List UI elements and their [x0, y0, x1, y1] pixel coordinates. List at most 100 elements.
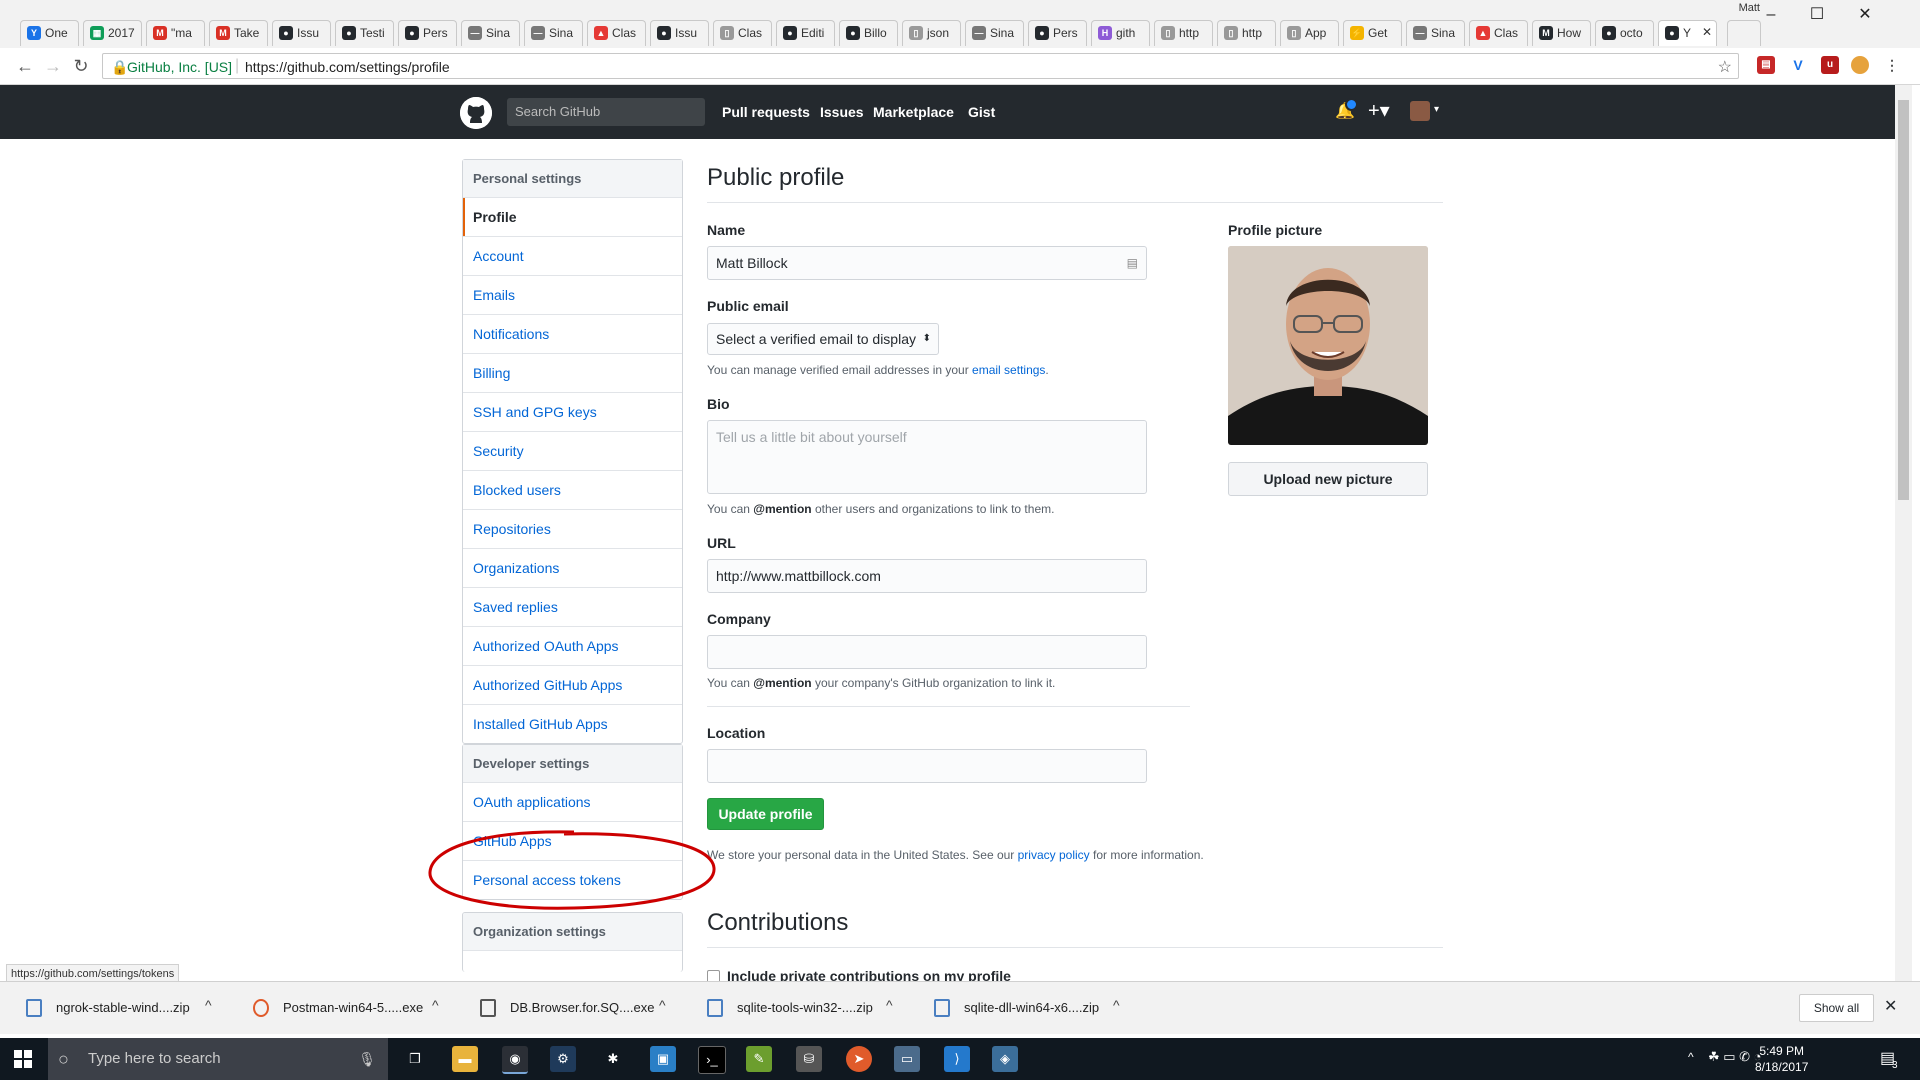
sidebar-item-emails[interactable]: Emails	[463, 276, 682, 315]
extension-icon[interactable]: V	[1789, 56, 1807, 74]
sidebar-item-account[interactable]: Account	[463, 237, 682, 276]
close-window-icon[interactable]: ✕	[1854, 4, 1876, 26]
email-settings-link[interactable]: email settings	[972, 363, 1045, 377]
download-item[interactable]: sqlite-dll-win64-x6....zip ^	[908, 992, 1133, 1024]
sqlite-browser-icon[interactable]: ◈	[992, 1046, 1018, 1072]
download-options-chevron-icon[interactable]: ^	[432, 997, 439, 1013]
browser-tab[interactable]: ▯ http	[1217, 20, 1276, 46]
download-options-chevron-icon[interactable]: ^	[205, 997, 212, 1013]
sidebar-item-repositories[interactable]: Repositories	[463, 510, 682, 549]
browser-tab[interactable]: — Sina	[524, 20, 583, 46]
browser-tab[interactable]: ▯ http	[1154, 20, 1213, 46]
download-item[interactable]: Postman-win64-5.....exe ^	[227, 992, 452, 1024]
scrollbar-thumb[interactable]	[1898, 100, 1909, 500]
download-options-chevron-icon[interactable]: ^	[1113, 997, 1120, 1013]
maximize-icon[interactable]: ☐	[1806, 4, 1828, 26]
privacy-policy-link[interactable]: privacy policy	[1018, 848, 1090, 862]
upload-new-picture-button[interactable]: Upload new picture	[1228, 462, 1428, 496]
sidebar-item-authorized-github-apps[interactable]: Authorized GitHub Apps	[463, 666, 682, 705]
browser-tab[interactable]: ● Y ✕	[1658, 20, 1717, 46]
browser-tab[interactable]: ▦ 2017	[83, 20, 142, 46]
download-options-chevron-icon[interactable]: ^	[659, 997, 666, 1013]
sidebar-item-profile[interactable]: Profile	[463, 198, 682, 237]
browser-tab[interactable]: ● Issu	[650, 20, 709, 46]
file-explorer-icon[interactable]: ▬	[452, 1046, 478, 1072]
app-icon[interactable]: ▣	[650, 1046, 676, 1072]
nav-issues[interactable]: Issues	[820, 104, 864, 120]
visual-studio-code-icon[interactable]: ⟩	[944, 1046, 970, 1072]
bio-textarea[interactable]: Tell us a little bit about yourself	[707, 420, 1147, 494]
task-view-icon[interactable]: ❐	[402, 1046, 428, 1072]
create-new-plus-icon[interactable]: +▾	[1368, 98, 1390, 123]
sidebar-item-billing[interactable]: Billing	[463, 354, 682, 393]
browser-tab[interactable]: ▯ App	[1280, 20, 1339, 46]
name-field[interactable]: Matt Billock ▤	[707, 246, 1147, 280]
database-icon[interactable]: ⛁	[796, 1046, 822, 1072]
sidebar-item-authorized-oauth-apps[interactable]: Authorized OAuth Apps	[463, 627, 682, 666]
back-icon[interactable]: ←	[14, 55, 36, 77]
browser-tab[interactable]: ● Billo	[839, 20, 898, 46]
forward-icon[interactable]: →	[42, 55, 64, 77]
company-field[interactable]	[707, 635, 1147, 669]
close-tab-icon[interactable]: ✕	[1702, 25, 1712, 39]
browser-tab[interactable]: — Sina	[461, 20, 520, 46]
url-field[interactable]: http://www.mattbillock.com	[707, 559, 1147, 593]
microphone-icon[interactable]: 🎙	[358, 1038, 376, 1080]
browser-tab[interactable]: Hgith	[1091, 20, 1150, 46]
postman-icon[interactable]: ➤	[846, 1046, 872, 1072]
github-logo-icon[interactable]	[460, 97, 492, 129]
browser-tab[interactable]: ▲ Clas	[1469, 20, 1528, 46]
download-item[interactable]: sqlite-tools-win32-....zip ^	[681, 992, 906, 1024]
sidebar-item-oauth-applications[interactable]: OAuth applications	[463, 783, 682, 822]
nav-gist[interactable]: Gist	[968, 104, 995, 120]
browser-tab[interactable]: ● Issu	[272, 20, 331, 46]
browser-tab[interactable]: — Sina	[1406, 20, 1465, 46]
browser-tab[interactable]: ▲ Clas	[587, 20, 646, 46]
sidebar-item-blocked-users[interactable]: Blocked users	[463, 471, 682, 510]
secure-lock-icon[interactable]: 🔒	[111, 59, 128, 76]
chrome-menu-icon[interactable]: ⋮	[1883, 56, 1901, 74]
sidebar-item-personal-access-tokens[interactable]: Personal access tokens	[463, 861, 682, 899]
browser-tab[interactable]: ▯ Clas	[713, 20, 772, 46]
taskbar-search-box[interactable]: ○ Type here to search 🎙	[48, 1038, 388, 1080]
sidebar-item-organizations[interactable]: Organizations	[463, 549, 682, 588]
chrome-taskbar-icon[interactable]: ◉	[502, 1046, 528, 1074]
browser-tab[interactable]: Y One	[20, 20, 79, 46]
browser-tab[interactable]: M Take	[209, 20, 268, 46]
show-all-downloads-button[interactable]: Show all	[1799, 994, 1874, 1022]
ublock-icon[interactable]: u	[1821, 56, 1839, 74]
bookmark-star-icon[interactable]: ☆	[1718, 57, 1732, 77]
address-bar[interactable]: 🔒 GitHub, Inc. [US] | https://github.com…	[102, 53, 1739, 79]
tray-expand-icon[interactable]: ^	[1688, 1050, 1694, 1064]
sidebar-item-github-apps[interactable]: GitHub Apps	[463, 822, 682, 861]
sidebar-item-security[interactable]: Security	[463, 432, 682, 471]
browser-tab[interactable]: ● octo	[1595, 20, 1654, 46]
slack-icon[interactable]: ✱	[600, 1046, 626, 1072]
browser-tab[interactable]: ● Testi	[335, 20, 394, 46]
sidebar-item-installed-github-apps[interactable]: Installed GitHub Apps	[463, 705, 682, 743]
steam-icon[interactable]: ⚙	[550, 1046, 576, 1072]
browser-tab[interactable]: ● Pers	[398, 20, 457, 46]
browser-tab[interactable]: ⚡ Get	[1343, 20, 1402, 46]
extension-icon[interactable]: ▤	[1757, 56, 1775, 74]
cookie-icon[interactable]	[1851, 56, 1869, 74]
nav-marketplace[interactable]: Marketplace	[873, 104, 954, 120]
location-field[interactable]	[707, 749, 1147, 783]
close-downloads-bar-icon[interactable]: ✕	[1884, 996, 1897, 1016]
secure-origin-label[interactable]: GitHub, Inc. [US]	[127, 59, 232, 75]
browser-tab[interactable]: — Sina	[965, 20, 1024, 46]
browser-tab[interactable]: ▯ json	[902, 20, 961, 46]
download-options-chevron-icon[interactable]: ^	[886, 997, 893, 1013]
tray-icons[interactable]: ☘ ▭ ✆ ◔	[1708, 1049, 1762, 1065]
browser-tab[interactable]: ● Editi	[776, 20, 835, 46]
browser-tab[interactable]: M "ma	[146, 20, 205, 46]
user-avatar[interactable]	[1410, 101, 1430, 121]
minimize-icon[interactable]: –	[1760, 4, 1782, 26]
notepad-icon[interactable]: ✎	[746, 1046, 772, 1072]
github-search-input[interactable]: Search GitHub	[507, 98, 705, 126]
reload-icon[interactable]: ↻	[70, 55, 92, 77]
nav-pull-requests[interactable]: Pull requests	[722, 104, 810, 120]
browser-tab[interactable]: ● Pers	[1028, 20, 1087, 46]
url-text[interactable]: https://github.com/settings/profile	[245, 59, 450, 75]
download-item[interactable]: DB.Browser.for.SQ....exe ^	[454, 992, 679, 1024]
